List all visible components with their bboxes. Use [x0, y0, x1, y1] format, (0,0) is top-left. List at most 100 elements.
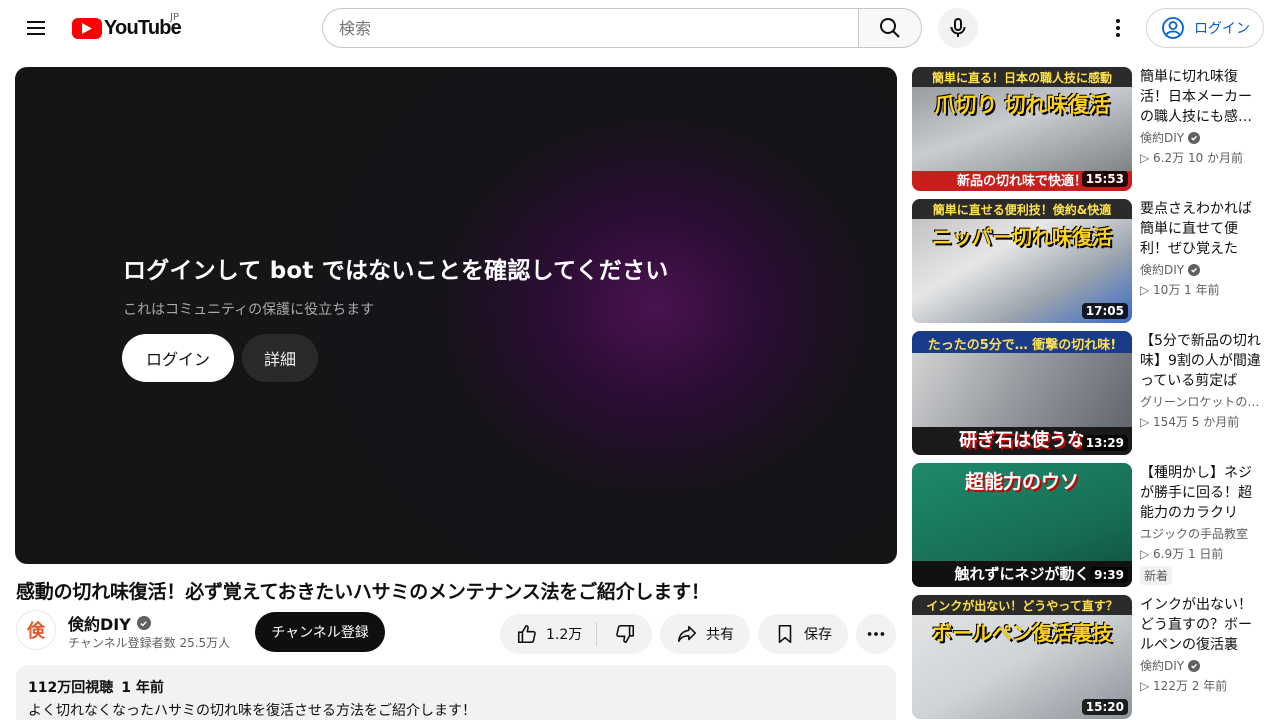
- thumb-caption-top: インクが出ない！どうやって直す？: [926, 599, 1118, 613]
- thumb-caption-main: ボールペン復活裏技: [932, 621, 1112, 645]
- bot-check-subtext: これはコミュニティの保護に役立ちます: [123, 302, 375, 318]
- like-count: 1.2万: [546, 627, 583, 643]
- recommended-video[interactable]: 簡単に直せる便利技！倹約&快適 ニッパー切れ味復活 17:05 要点さえわかれば…: [912, 199, 1268, 323]
- search-box: [322, 8, 922, 48]
- settings-menu-button[interactable]: [1098, 8, 1138, 48]
- channel-name[interactable]: 倹約DIY: [1140, 657, 1184, 674]
- upload-date: 1 年前: [121, 680, 164, 696]
- channel-name[interactable]: 倹約DIY: [1140, 129, 1184, 146]
- save-label: 保存: [804, 627, 832, 643]
- channel-avatar[interactable]: 倹: [16, 610, 56, 650]
- channel-name[interactable]: 倹約DIY: [68, 611, 131, 635]
- channel-name[interactable]: ユジックの手品教室: [1140, 525, 1248, 542]
- channel-row: 倹約DIY: [1140, 261, 1264, 278]
- share-icon: [677, 625, 697, 643]
- video-stats: ▷ 6.2万 10 か月前: [1140, 151, 1244, 165]
- video-thumbnail[interactable]: 超能力のウソ 触れずにネジが動く 9:39: [912, 463, 1132, 587]
- view-count: 112万回視聴: [28, 680, 114, 696]
- channel-row: ユジックの手品教室: [1140, 525, 1264, 542]
- more-actions-button[interactable]: [856, 614, 896, 654]
- thumb-caption-top: たったの5分で… 衝撃の切れ味!: [927, 338, 1117, 353]
- video-player[interactable]: ログインして bot ではないことを確認してください これはコミュニティの保護に…: [15, 67, 897, 564]
- mic-icon: [950, 18, 966, 37]
- masthead: YouTube JP ログイン: [0, 0, 1280, 56]
- play-logo-icon: [72, 17, 102, 39]
- verified-icon: [1188, 659, 1201, 672]
- bookmark-icon: [778, 624, 792, 644]
- channel-avatar-char: 倹: [27, 621, 45, 642]
- video-duration: 17:05: [1081, 303, 1128, 319]
- more-horiz-icon: [867, 632, 885, 636]
- video-title-link[interactable]: 【種明かし】ネジが勝手に回る！超能力のカラクリを…: [1140, 463, 1264, 523]
- thumbs-down-icon: [615, 624, 634, 644]
- video-title-link[interactable]: 【5分で新品の切れ味】9割の人が間違っている剪定ばさ…: [1140, 331, 1264, 391]
- video-meta: 簡単に切れ味復活！日本メーカーの職人技にも感… 倹約DIY ▷ 6.2万 10 …: [1140, 67, 1264, 166]
- verified-icon: [1188, 263, 1201, 276]
- thumb-caption-main: ニッパー切れ味復活: [932, 225, 1112, 249]
- menu-button[interactable]: [16, 8, 56, 48]
- subscriber-count: チャンネル登録者数 25.5万人: [68, 636, 231, 650]
- description-text: よく切れなくなったハサミの切れ味を復活させる方法をご紹介します！: [28, 703, 476, 719]
- video-meta: 【種明かし】ネジが勝手に回る！超能力のカラクリを… ユジックの手品教室 ▷ 6.…: [1140, 463, 1264, 585]
- menu-icon: [27, 21, 45, 35]
- video-thumbnail[interactable]: 簡単に直せる便利技！倹約&快適 ニッパー切れ味復活 17:05: [912, 199, 1132, 323]
- thumbs-up-icon: [517, 624, 536, 644]
- youtube-logo[interactable]: YouTube: [72, 16, 182, 40]
- recommended-video[interactable]: 簡単に直る！日本の職人技に感動 爪切り 切れ味復活 新品の切れ味で快適！ 15:…: [912, 67, 1268, 191]
- verified-icon: [1188, 131, 1201, 144]
- region-code: JP: [170, 12, 179, 23]
- sign-in-button[interactable]: ログイン: [1146, 8, 1264, 48]
- video-title-link[interactable]: インクが出ない！どう直すの？ボールペンの復活裏技…: [1140, 595, 1264, 655]
- share-label: 共有: [706, 627, 734, 643]
- like-dislike-group: 1.2万: [500, 614, 652, 654]
- video-duration: 15:53: [1081, 171, 1128, 187]
- search-input[interactable]: [322, 8, 859, 48]
- thumb-caption-top: 簡単に直せる便利技！倹約&快適: [932, 203, 1112, 217]
- video-meta: インクが出ない！どう直すの？ボールペンの復活裏技… 倹約DIY ▷ 122万 2…: [1140, 595, 1264, 694]
- like-button[interactable]: 1.2万: [500, 614, 596, 654]
- channel-name[interactable]: グリーンロケットの…: [1140, 393, 1259, 410]
- thumb-caption-main: 爪切り 切れ味復活: [934, 93, 1110, 117]
- share-button[interactable]: 共有: [660, 614, 750, 654]
- player-details-button[interactable]: 詳細: [242, 334, 318, 382]
- recommended-video[interactable]: 超能力のウソ 触れずにネジが動く 9:39 【種明かし】ネジが勝手に回る！超能力…: [912, 463, 1268, 587]
- channel-row: 倹約DIY: [1140, 129, 1264, 146]
- description-meta: 112万回視聴 1 年前: [28, 677, 884, 697]
- thumb-caption-top: 超能力のウソ: [964, 471, 1079, 493]
- video-stats: ▷ 122万 2 年前: [1140, 679, 1228, 693]
- recommended-video[interactable]: たったの5分で… 衝撃の切れ味! 研ぎ石は使うな 13:29 【5分で新品の切れ…: [912, 331, 1268, 455]
- video-stats: ▷ 154万 5 か月前: [1140, 415, 1240, 429]
- video-thumbnail[interactable]: インクが出ない！どうやって直す？ ボールペン復活裏技 15:20: [912, 595, 1132, 719]
- channel-name[interactable]: 倹約DIY: [1140, 261, 1184, 278]
- video-title-link[interactable]: 簡単に切れ味復活！日本メーカーの職人技にも感…: [1140, 67, 1264, 127]
- video-thumbnail[interactable]: たったの5分で… 衝撃の切れ味! 研ぎ石は使うな 13:29: [912, 331, 1132, 455]
- verified-icon: [136, 616, 151, 630]
- video-thumbnail[interactable]: 簡単に直る！日本の職人技に感動 爪切り 切れ味復活 新品の切れ味で快適！ 15:…: [912, 67, 1132, 191]
- subscribe-button[interactable]: チャンネル登録: [255, 612, 385, 652]
- video-duration: 13:29: [1081, 435, 1128, 451]
- description-box[interactable]: 112万回視聴 1 年前 よく切れなくなったハサミの切れ味を復活させる方法をご紹介…: [16, 665, 896, 720]
- bot-check-heading: ログインして bot ではないことを確認してください: [123, 258, 669, 284]
- search-button[interactable]: [858, 8, 922, 48]
- channel-name-row: 倹約DIY: [68, 611, 151, 635]
- video-meta: 【5分で新品の切れ味】9割の人が間違っている剪定ばさ… グリーンロケットの… ▷…: [1140, 331, 1264, 430]
- video-title-link[interactable]: 要点さえわかれば簡単に直せて便利！ぜひ覚えたい…: [1140, 199, 1264, 259]
- video-title: 感動の切れ味復活！必ず覚えておきたいハサミのメンテナンス法をご紹介します！: [16, 581, 710, 603]
- channel-row: グリーンロケットの…: [1140, 393, 1264, 410]
- thumb-caption-top: 簡単に直る！日本の職人技に感動: [931, 71, 1112, 85]
- more-vert-icon: [1116, 19, 1120, 37]
- video-meta: 要点さえわかれば簡単に直せて便利！ぜひ覚えたい… 倹約DIY ▷ 10万 1 年…: [1140, 199, 1264, 298]
- save-button[interactable]: 保存: [758, 614, 848, 654]
- sign-in-label: ログイン: [1194, 21, 1250, 37]
- video-stats: ▷ 10万 1 年前: [1140, 283, 1220, 297]
- channel-row: 倹約DIY: [1140, 657, 1264, 674]
- voice-search-button[interactable]: [938, 8, 978, 48]
- video-stats: ▷ 6.9万 1 日前: [1140, 547, 1224, 561]
- video-duration: 15:20: [1081, 699, 1128, 715]
- player-login-button[interactable]: ログイン: [122, 334, 234, 382]
- account-icon: [1162, 17, 1184, 39]
- dislike-button[interactable]: [597, 614, 652, 654]
- recommended-video[interactable]: インクが出ない！どうやって直す？ ボールペン復活裏技 15:20 インクが出ない…: [912, 595, 1268, 719]
- video-duration: 9:39: [1090, 567, 1128, 583]
- new-badge: 新着: [1140, 566, 1173, 585]
